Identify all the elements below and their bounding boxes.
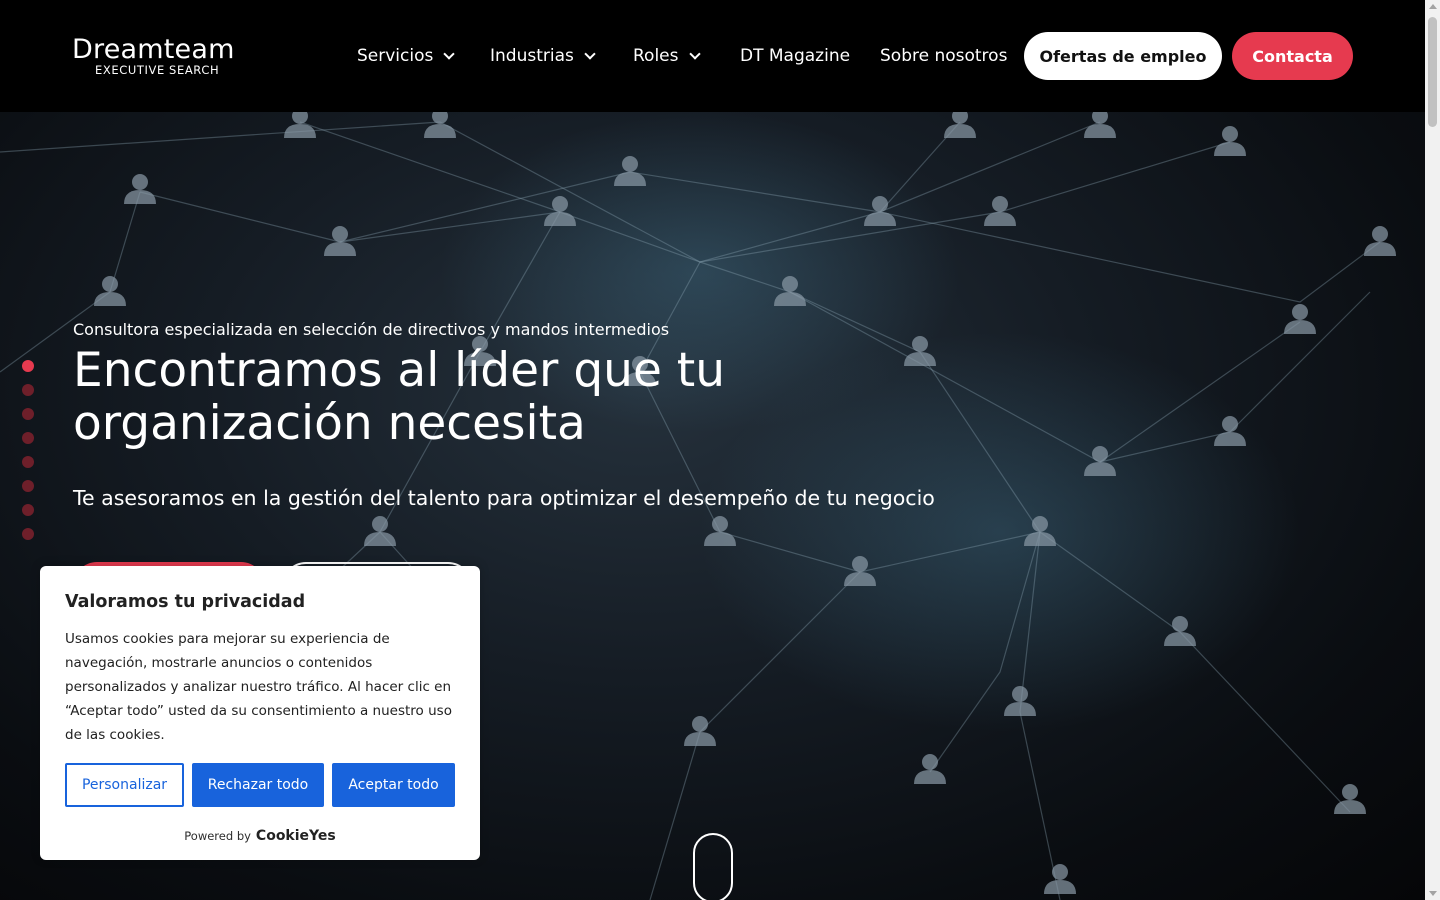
nav-roles-label: Roles [633,46,679,66]
hero-eyebrow: Consultora especializada en selección de… [73,320,670,339]
cookieyes-logo[interactable]: CookieYes [256,828,336,844]
nav-industrias[interactable]: Industrias [490,44,596,68]
site-header: Dreamteam EXECUTIVE SEARCH Servicios Ind… [0,0,1425,112]
slide-dot[interactable] [22,480,34,492]
hero-subheadline: Te asesoramos en la gestión del talento … [73,486,935,510]
powered-by: Powered by CookieYes [40,828,480,844]
hero-headline: Encontramos al líder que tu organización… [73,343,726,451]
slide-pagination [22,360,34,552]
scroll-down-arrow-icon[interactable] [1429,891,1437,896]
logo-subtitle: EXECUTIVE SEARCH [95,63,220,77]
chevron-down-icon [584,47,596,60]
logo-wordmark: Dreamteam [72,34,235,65]
powered-by-label: Powered by [184,829,251,843]
slide-dot[interactable] [22,408,34,420]
nav-sobre-nosotros[interactable]: Sobre nosotros [880,44,1007,68]
nav-servicios[interactable]: Servicios [357,44,456,68]
cookie-description: Usamos cookies para mejorar su experienc… [65,631,452,743]
nav-dt-magazine[interactable]: DT Magazine [740,44,850,68]
nav-sobre-nosotros-label: Sobre nosotros [880,46,1008,66]
accept-all-button[interactable]: Aceptar todo [332,763,455,807]
dreamteam-logo[interactable]: Dreamteam EXECUTIVE SEARCH [72,34,247,78]
customize-button[interactable]: Personalizar [65,763,184,807]
scroll-up-arrow-icon[interactable] [1429,4,1437,9]
slide-dot[interactable] [22,360,34,372]
nav-dt-magazine-label: DT Magazine [740,46,851,66]
cookie-consent-banner: Valoramos tu privacidad Usamos cookies p… [40,566,480,860]
jobs-button[interactable]: Ofertas de empleo [1024,32,1222,80]
scrollbar-thumb[interactable] [1428,17,1437,127]
page-scrollbar[interactable] [1425,0,1440,900]
cookie-title: Valoramos tu privacidad [65,592,306,612]
nav-roles[interactable]: Roles [633,44,701,68]
contact-button[interactable]: Contacta [1232,32,1353,80]
scroll-mouse-icon[interactable] [693,833,733,900]
slide-dot[interactable] [22,384,34,396]
slide-dot[interactable] [22,528,34,540]
reject-all-button[interactable]: Rechazar todo [192,763,324,807]
slide-dot[interactable] [22,432,34,444]
chevron-down-icon [443,47,456,60]
slide-dot[interactable] [22,504,34,516]
slide-dot[interactable] [22,456,34,468]
chevron-down-icon [688,47,701,60]
nav-servicios-label: Servicios [357,46,434,66]
nav-industrias-label: Industrias [490,46,574,66]
